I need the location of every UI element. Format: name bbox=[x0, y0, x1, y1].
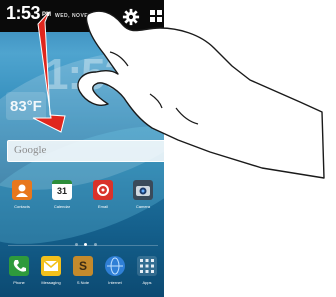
hand-icon bbox=[77, 10, 325, 179]
swipe-down-arrow-icon bbox=[32, 11, 66, 133]
gesture-overlay bbox=[32, 10, 325, 179]
